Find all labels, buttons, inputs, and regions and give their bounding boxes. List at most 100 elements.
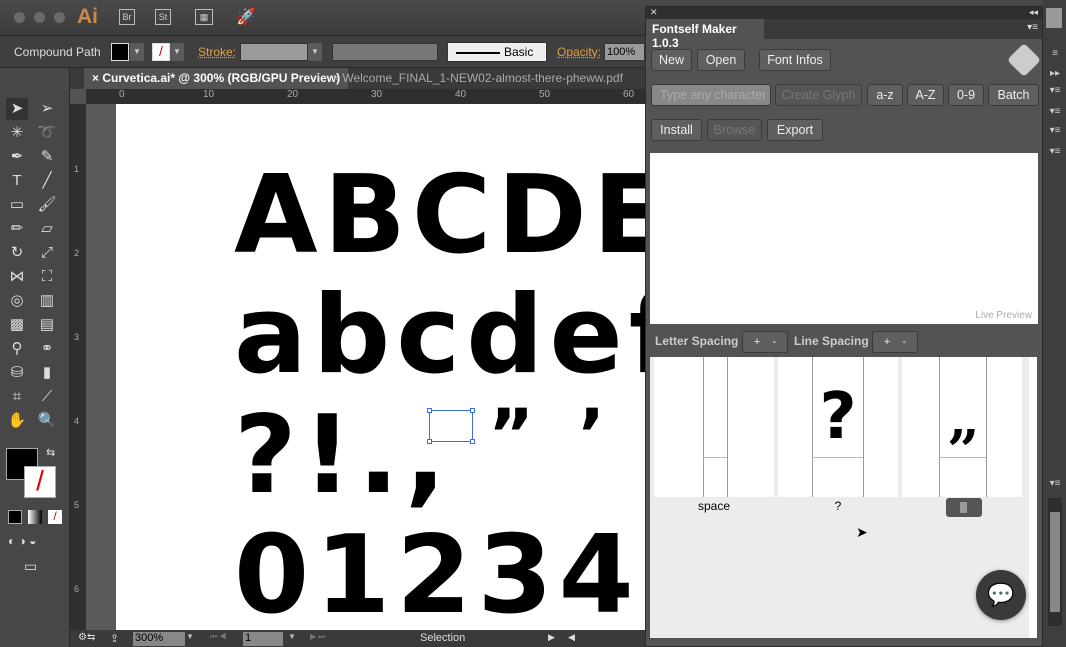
- opacity-field[interactable]: 100%: [604, 43, 645, 61]
- share-icon[interactable]: ⇪: [110, 632, 119, 645]
- create-glyph-button[interactable]: Create Glyph: [775, 84, 862, 106]
- pen-tool-icon[interactable]: ✒: [6, 146, 28, 168]
- swap-colors-icon[interactable]: ⇆: [46, 446, 55, 459]
- gradient-mode-icon[interactable]: [28, 510, 42, 524]
- dock-scrollbar[interactable]: [1048, 498, 1062, 626]
- 0-9-button[interactable]: 0-9: [948, 84, 984, 106]
- fill-swatch[interactable]: [111, 43, 129, 61]
- lasso-icon[interactable]: ➰: [36, 122, 58, 144]
- slice-tool-icon[interactable]: ⟋: [36, 386, 58, 408]
- dock-menu-icon[interactable]: ▾≡: [1046, 478, 1064, 489]
- glyph-row-uppercase[interactable]: ABCDE: [234, 162, 645, 270]
- letter-spacing-stepper[interactable]: + -: [742, 331, 788, 353]
- glyph-list-scrollbar[interactable]: [1029, 357, 1037, 638]
- letter-spacing-plus[interactable]: +: [754, 336, 760, 348]
- panel-tab-fontself[interactable]: Fontself Maker 1.0.3: [646, 19, 764, 50]
- artboard-navigation-icon[interactable]: ⚙⇆: [78, 632, 95, 643]
- brush-definition-select[interactable]: Basic: [447, 42, 547, 62]
- artboard-tool-icon[interactable]: ⌗: [6, 386, 28, 408]
- install-button[interactable]: Install: [651, 119, 702, 141]
- batch-button[interactable]: Batch: [988, 84, 1039, 106]
- column-graph-icon[interactable]: ▮: [36, 362, 58, 384]
- first-prev-artboard-buttons[interactable]: ⏮ ◀: [210, 632, 227, 642]
- gradient-tool-icon[interactable]: ▤: [36, 314, 58, 336]
- type-tool-icon[interactable]: T: [6, 170, 28, 192]
- live-preview-area[interactable]: Live Preview: [650, 153, 1038, 324]
- artboard-number-field[interactable]: 1: [243, 632, 283, 646]
- direct-selection-tool-icon[interactable]: ➢: [36, 98, 58, 120]
- opacity-label[interactable]: Opacity:: [557, 45, 601, 59]
- a-z-button[interactable]: a-z: [867, 84, 903, 106]
- glyph-row-digits[interactable]: 0123456: [234, 522, 645, 630]
- line-spacing-plus[interactable]: +: [884, 336, 890, 348]
- glyph-row-punctuation[interactable]: ?!.,: [234, 402, 452, 510]
- dock-menu-icon[interactable]: ▾≡: [1046, 125, 1064, 136]
- line-spacing-stepper[interactable]: + -: [872, 331, 918, 353]
- status-menu-arrow[interactable]: ▶: [548, 632, 555, 643]
- stroke-dropdown[interactable]: ▼: [170, 43, 184, 61]
- bridge-button[interactable]: Br: [119, 9, 135, 25]
- symbol-sprayer-icon[interactable]: ⛁: [6, 362, 28, 384]
- artboard-dropdown[interactable]: ▼: [288, 632, 296, 641]
- width-tool-icon[interactable]: ⋈: [6, 266, 28, 288]
- scale-tool-icon[interactable]: ⤢: [36, 242, 58, 264]
- pencil-tool-icon[interactable]: ✏: [6, 218, 28, 240]
- zoom-dropdown[interactable]: ▼: [186, 632, 194, 641]
- selection-bounding-box[interactable]: [427, 408, 475, 444]
- selection-handle[interactable]: [470, 408, 475, 413]
- selection-tool-icon[interactable]: ➤: [6, 98, 28, 120]
- color-mode-icon[interactable]: [8, 510, 22, 524]
- eraser-tool-icon[interactable]: ▱: [36, 218, 58, 240]
- export-button[interactable]: Export: [767, 119, 823, 141]
- drawing-mode-icon[interactable]: ◐ ◑ ◒: [8, 534, 36, 548]
- screen-mode-icon[interactable]: ▭: [24, 558, 37, 575]
- paintbrush-tool-icon[interactable]: 🖌: [36, 194, 58, 216]
- fill-dropdown[interactable]: ▼: [130, 43, 144, 61]
- gpu-performance-icon[interactable]: 🚀: [236, 7, 256, 27]
- dock-menu-icon[interactable]: ▾≡: [1046, 146, 1064, 157]
- shape-builder-icon[interactable]: ◎: [6, 290, 28, 312]
- panel-menu-icon[interactable]: ▾≡: [1027, 22, 1038, 33]
- stroke-swatch[interactable]: /: [152, 43, 170, 61]
- glyph-row-lowercase[interactable]: abcdefg: [234, 282, 645, 390]
- letter-spacing-minus[interactable]: -: [773, 336, 777, 348]
- rectangle-tool-icon[interactable]: ▭: [6, 194, 28, 216]
- graph-tool-icon[interactable]: ▥: [36, 290, 58, 312]
- dock-menu-icon[interactable]: ≡: [1046, 48, 1064, 59]
- magic-wand-icon[interactable]: ✳: [6, 122, 28, 144]
- dock-menu-icon[interactable]: ▾≡: [1046, 85, 1064, 96]
- free-transform-icon[interactable]: ⛶: [36, 266, 58, 288]
- open-button[interactable]: Open: [697, 49, 745, 71]
- stroke-label[interactable]: Stroke:: [198, 45, 236, 59]
- stroke-weight-dropdown[interactable]: ▼: [308, 43, 322, 61]
- collapse-panel-icon[interactable]: ◂◂: [1029, 7, 1038, 18]
- line-tool-icon[interactable]: ╱: [36, 170, 58, 192]
- stroke-color-box[interactable]: /: [24, 466, 56, 498]
- selection-handle[interactable]: [470, 439, 475, 444]
- hand-tool-icon[interactable]: ✋: [6, 410, 28, 432]
- mesh-tool-icon[interactable]: ▩: [6, 314, 28, 336]
- glyph-card-space[interactable]: [654, 357, 774, 497]
- close-panel-icon[interactable]: ✕: [650, 7, 658, 18]
- zoom-window-button[interactable]: [54, 12, 65, 23]
- tab-curvetica[interactable]: × Curvetica.ai* @ 300% (RGB/GPU Preview): [84, 68, 349, 89]
- dock-expand-icon[interactable]: ▸▸: [1046, 68, 1064, 79]
- dock-menu-icon[interactable]: ▾≡: [1046, 106, 1064, 117]
- new-button[interactable]: New: [651, 49, 692, 71]
- scroll-left-arrow[interactable]: ◀: [568, 632, 575, 643]
- artboard[interactable]: ABCDE abcdefg ?!., ” ’ ‘ ‘‘ g 0123456: [116, 104, 645, 630]
- none-mode-icon[interactable]: /: [48, 510, 62, 524]
- zoom-field[interactable]: 300%: [133, 632, 185, 646]
- arrange-documents-icon[interactable]: ▦: [195, 9, 213, 25]
- character-input[interactable]: Type any character: [651, 84, 771, 106]
- chat-support-icon[interactable]: 💬: [976, 570, 1026, 620]
- A-Z-button[interactable]: A-Z: [907, 84, 944, 106]
- blend-tool-icon[interactable]: ⚭: [36, 338, 58, 360]
- scrollbar-thumb[interactable]: [1050, 512, 1060, 612]
- glyph-card-question[interactable]: ?: [778, 357, 898, 497]
- browse-button[interactable]: Browse: [707, 119, 762, 141]
- glyph-label-edit-field[interactable]: [946, 498, 982, 517]
- variable-width-field[interactable]: [332, 43, 438, 61]
- selection-handle[interactable]: [427, 408, 432, 413]
- close-window-button[interactable]: [14, 12, 25, 23]
